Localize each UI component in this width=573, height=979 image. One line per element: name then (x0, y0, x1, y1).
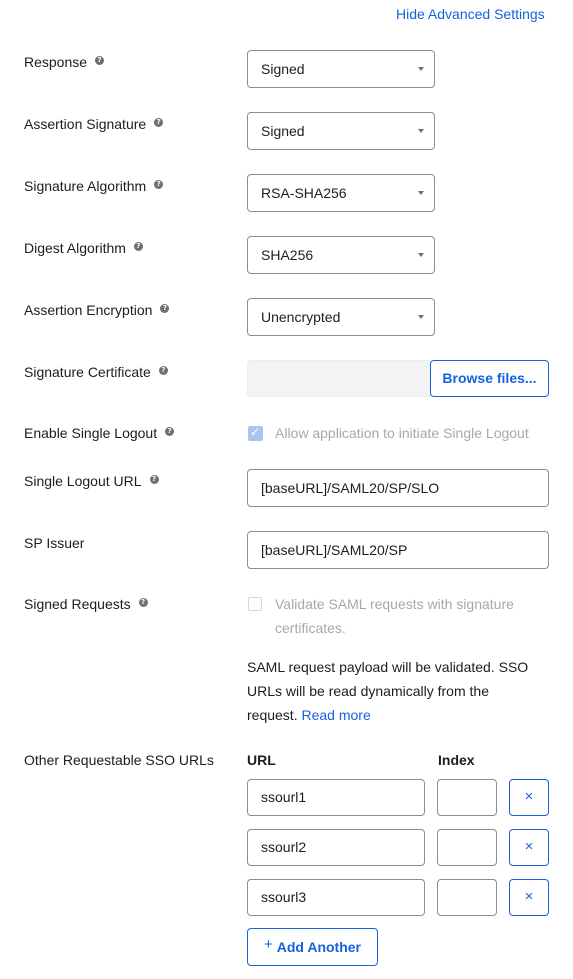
sso-index-input[interactable] (437, 829, 497, 866)
help-icon[interactable]: ? (95, 56, 105, 65)
digest-algorithm-select[interactable]: SHA256 (247, 236, 435, 274)
other-sso-urls-label-text: Other Requestable SSO URLs (24, 752, 214, 768)
assertion-signature-label: Assertion Signature? (24, 116, 164, 132)
sso-url-value: ssourl3 (261, 889, 307, 905)
certificate-file-field[interactable] (247, 360, 431, 397)
caret-down-icon (418, 129, 424, 133)
single-logout-url-value: [baseURL]/SAML20/SP/SLO (261, 480, 440, 496)
assertion-encryption-select[interactable]: Unencrypted (247, 298, 435, 336)
signed-requests-help-line1: SAML request payload will be validated. … (247, 659, 529, 675)
remove-row-button[interactable]: × (509, 779, 549, 816)
caret-down-icon (418, 253, 424, 257)
response-label: Response? (24, 54, 105, 70)
assertion-encryption-label-text: Assertion Encryption (24, 302, 153, 318)
assertion-signature-select-value: Signed (261, 123, 305, 139)
signed-requests-help-prefix: request. (247, 707, 298, 723)
sp-issuer-value: [baseURL]/SAML20/SP (261, 542, 408, 558)
assertion-encryption-label: Assertion Encryption? (24, 302, 170, 318)
remove-row-button[interactable]: × (509, 879, 549, 916)
url-column-header: URL (247, 752, 276, 768)
signature-certificate-label: Signature Certificate? (24, 364, 168, 380)
help-icon[interactable]: ? (149, 475, 159, 484)
sp-issuer-label: SP Issuer (24, 535, 84, 551)
caret-down-icon (418, 191, 424, 195)
sso-index-input[interactable] (437, 779, 497, 816)
caret-down-icon (418, 315, 424, 319)
assertion-encryption-select-value: Unencrypted (261, 309, 341, 325)
signed-requests-help-text: SAML request payload will be validated. … (247, 655, 528, 727)
response-select[interactable]: Signed (247, 50, 435, 88)
close-icon: × (524, 888, 534, 905)
signed-requests-help-line2: URLs will be read dynamically from the (247, 683, 489, 699)
index-column-header: Index (438, 752, 475, 768)
signed-requests-label-text: Signed Requests (24, 596, 131, 612)
check-icon: ✓ (250, 425, 261, 439)
remove-row-button[interactable]: × (509, 829, 549, 866)
single-logout-url-input[interactable]: [baseURL]/SAML20/SP/SLO (247, 469, 549, 507)
response-select-value: Signed (261, 61, 305, 77)
sso-url-input[interactable]: ssourl2 (247, 829, 425, 866)
sso-url-value: ssourl2 (261, 839, 307, 855)
signed-requests-checkbox-label: Validate SAML requests with signature ce… (275, 596, 514, 636)
help-icon[interactable]: ? (154, 180, 164, 189)
single-logout-url-label-text: Single Logout URL (24, 473, 142, 489)
help-icon[interactable]: ? (165, 427, 175, 436)
help-icon[interactable]: ? (154, 118, 164, 127)
signature-algorithm-select[interactable]: RSA-SHA256 (247, 174, 435, 212)
signed-requests-checkbox-label-line1: Validate SAML requests with signature (275, 596, 514, 612)
browse-files-button[interactable]: Browse files... (430, 360, 549, 397)
single-logout-url-label: Single Logout URL? (24, 473, 159, 489)
add-another-label: Add Another (276, 939, 361, 955)
help-icon[interactable]: ? (138, 598, 148, 607)
signature-algorithm-label-text: Signature Algorithm (24, 178, 147, 194)
close-icon: × (524, 788, 534, 805)
enable-single-logout-label: Enable Single Logout? (24, 425, 175, 441)
digest-algorithm-label-text: Digest Algorithm (24, 240, 126, 256)
assertion-signature-select[interactable]: Signed (247, 112, 435, 150)
help-icon[interactable]: ? (160, 304, 170, 313)
signed-requests-checkbox[interactable] (248, 597, 262, 611)
hide-advanced-settings-link[interactable]: Hide Advanced Settings (396, 6, 545, 22)
signature-algorithm-select-value: RSA-SHA256 (261, 185, 347, 201)
help-icon[interactable]: ? (133, 242, 143, 251)
sp-issuer-input[interactable]: [baseURL]/SAML20/SP (247, 531, 549, 569)
signed-requests-help-line3: request. Read more (247, 703, 528, 727)
signature-certificate-label-text: Signature Certificate (24, 364, 151, 380)
sso-url-input[interactable]: ssourl1 (247, 779, 425, 816)
sso-url-input[interactable]: ssourl3 (247, 879, 425, 916)
other-sso-urls-label: Other Requestable SSO URLs (24, 752, 214, 768)
single-logout-checkbox[interactable]: ✓ (248, 425, 263, 441)
sp-issuer-label-text: SP Issuer (24, 535, 85, 551)
plus-icon: + (263, 936, 273, 953)
help-icon[interactable]: ? (158, 366, 168, 375)
assertion-signature-label-text: Assertion Signature (24, 116, 147, 132)
enable-single-logout-label-text: Enable Single Logout (24, 425, 158, 441)
sso-index-input[interactable] (437, 879, 497, 916)
read-more-link[interactable]: Read more (301, 707, 370, 723)
digest-algorithm-select-value: SHA256 (261, 247, 314, 263)
single-logout-checkbox-label: Allow application to initiate Single Log… (275, 425, 529, 441)
close-icon: × (524, 838, 534, 855)
caret-down-icon (418, 67, 424, 71)
signed-requests-label: Signed Requests? (24, 596, 148, 612)
digest-algorithm-label: Digest Algorithm? (24, 240, 143, 256)
signature-algorithm-label: Signature Algorithm? (24, 178, 164, 194)
signed-requests-checkbox-label-line2: certificates. (275, 620, 346, 636)
response-label-text: Response (24, 54, 88, 70)
sso-url-value: ssourl1 (261, 789, 307, 805)
add-another-button[interactable]: + Add Another (247, 928, 378, 966)
